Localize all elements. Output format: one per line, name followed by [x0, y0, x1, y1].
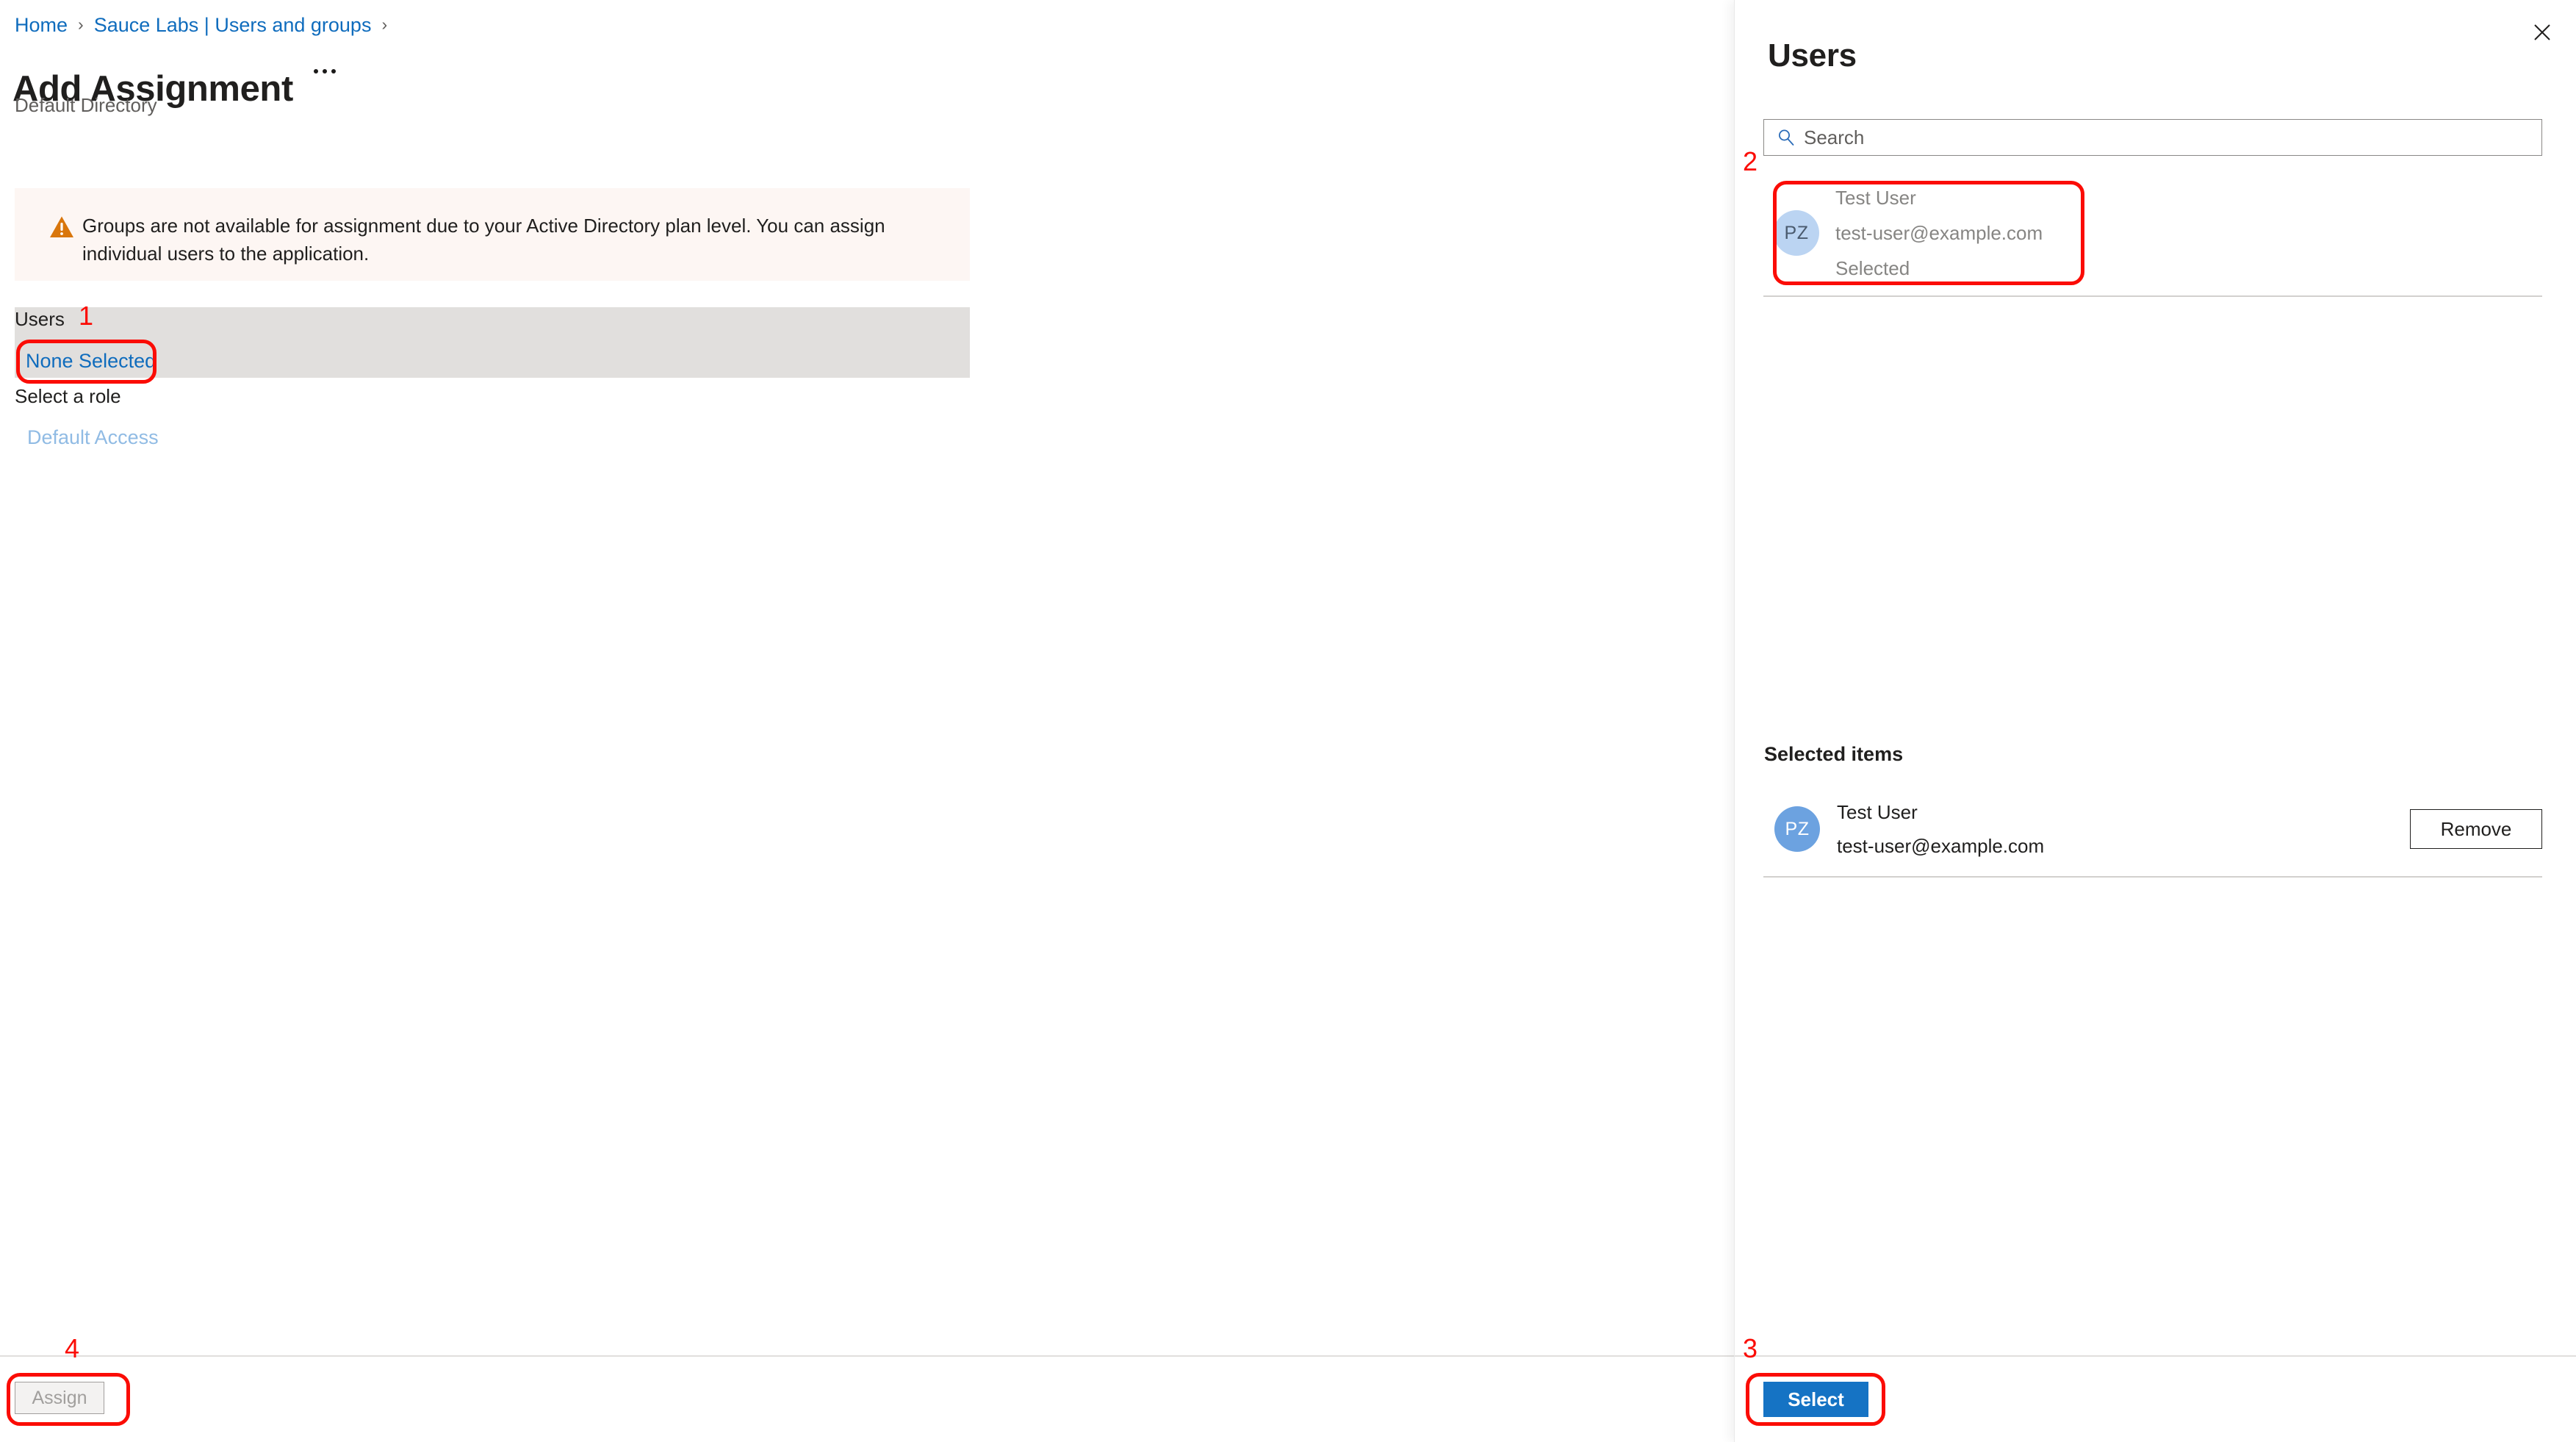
selected-item-row: PZ Test User test-user@example.com Remov… [1763, 792, 2542, 866]
chevron-right-icon: › [78, 15, 84, 34]
remove-button[interactable]: Remove [2410, 809, 2542, 849]
page-subtitle: Default Directory [15, 94, 157, 116]
users-field-label: Users [15, 308, 65, 330]
ellipsis-icon[interactable] [310, 60, 339, 82]
panel-title: Users [1768, 37, 1857, 73]
selected-items-heading: Selected items [1764, 743, 1904, 765]
assign-button[interactable]: Assign [15, 1382, 104, 1414]
users-none-selected-link[interactable]: None Selected [26, 348, 156, 373]
user-result-row[interactable]: PZ Test User test-user@example.com Selec… [1763, 178, 2070, 288]
avatar: PZ [1774, 806, 1820, 852]
chevron-right-icon: › [381, 15, 388, 34]
warning-banner: Groups are not available for assignment … [15, 188, 970, 281]
selected-item-name: Test User [1837, 801, 1918, 823]
users-field-block [15, 307, 970, 378]
selected-items-divider [1763, 876, 2542, 878]
ellipsis-dot [331, 69, 336, 73]
warning-message: Groups are not available for assignment … [82, 215, 885, 265]
main-content-pane: Home › Sauce Labs | Users and groups › A… [0, 0, 1734, 1442]
panel-footer-divider [1735, 1355, 2576, 1357]
role-field-label: Select a role [15, 385, 121, 407]
footer-divider [0, 1355, 1734, 1357]
warning-triangle-icon [48, 215, 75, 240]
avatar: PZ [1774, 210, 1819, 256]
search-icon [1776, 127, 1796, 148]
search-input[interactable] [1804, 121, 2541, 154]
close-icon[interactable] [2523, 13, 2561, 51]
role-default-access-link[interactable]: Default Access [27, 425, 159, 450]
select-button[interactable]: Select [1763, 1382, 1868, 1417]
ellipsis-dot [323, 69, 327, 73]
user-result-email: test-user@example.com [1835, 222, 2043, 244]
breadcrumb-item-home[interactable]: Home [15, 12, 68, 37]
breadcrumb-item-sauce-labs-users-and-groups[interactable]: Sauce Labs | Users and groups [94, 12, 372, 37]
breadcrumb: Home › Sauce Labs | Users and groups › [15, 12, 397, 37]
results-divider [1763, 295, 2542, 297]
user-result-status: Selected [1835, 257, 1910, 279]
users-flyout-panel: Users PZ Test User test-user@example.com… [1734, 0, 2576, 1442]
selected-item-email: test-user@example.com [1837, 835, 2045, 857]
search-box[interactable] [1763, 119, 2542, 156]
ellipsis-dot [314, 69, 318, 73]
user-result-name: Test User [1835, 187, 1916, 209]
